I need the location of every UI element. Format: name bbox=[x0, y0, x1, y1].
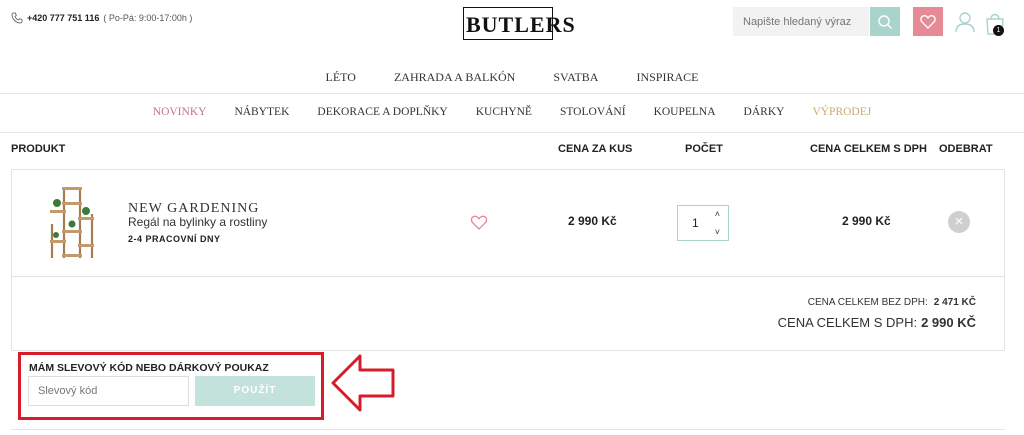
cart-summary bbox=[11, 276, 1005, 351]
nav-item-stolovani[interactable]: STOLOVÁNÍ bbox=[560, 106, 626, 118]
nav-item-vyprodej[interactable]: VÝPRODEJ bbox=[812, 106, 871, 118]
add-to-wishlist-heart-icon[interactable] bbox=[470, 213, 488, 231]
quantity-stepper[interactable]: 1 ˄ ˅ bbox=[677, 205, 729, 241]
top-navigation: LÉTO ZAHRADA A BALKÓN SVATBA INSPIRACE bbox=[0, 70, 1024, 85]
nav-item-svatba[interactable]: SVATBA bbox=[551, 70, 600, 85]
nav-item-dekorace[interactable]: DEKORACE A DOPLŇKY bbox=[317, 106, 447, 118]
total-with-vat-label: CENA CELKEM S DPH: bbox=[777, 315, 918, 330]
delivery-time: 2-4 PRACOVNÍ DNY bbox=[128, 234, 221, 244]
phone-icon bbox=[11, 12, 23, 24]
remove-item-button[interactable]: × bbox=[948, 211, 970, 233]
unit-price: 2 990 Kč bbox=[568, 214, 617, 228]
search-input[interactable] bbox=[733, 7, 869, 36]
chevron-down-icon[interactable]: ˅ bbox=[715, 227, 720, 237]
nav-item-novinky[interactable]: NOVINKY bbox=[153, 106, 207, 118]
divider bbox=[0, 93, 1024, 94]
contact-phone[interactable]: +420 777 751 116 ( Po-Pá: 9:00-17:00h ) bbox=[11, 12, 192, 24]
apply-discount-button[interactable]: POUŽÍT bbox=[195, 376, 315, 406]
product-image[interactable] bbox=[46, 184, 98, 260]
column-header-unit-price: CENA ZA KUS bbox=[558, 143, 633, 155]
total-with-vat-value: 2 990 KČ bbox=[921, 315, 976, 330]
column-header-total: CENA CELKEM S DPH bbox=[810, 143, 927, 155]
pointer-arrow-icon bbox=[331, 354, 395, 412]
product-name[interactable]: Regál na bylinky a rostliny bbox=[128, 215, 267, 229]
chevron-up-icon[interactable]: ˄ bbox=[715, 209, 720, 219]
divider bbox=[11, 429, 1005, 430]
main-navigation: NOVINKY NÁBYTEK DEKORACE A DOPLŇKY KUCHY… bbox=[0, 106, 1024, 118]
opening-hours: ( Po-Pá: 9:00-17:00h ) bbox=[103, 13, 193, 23]
logo-text: BUTLERS bbox=[466, 12, 576, 37]
total-without-vat: CENA CELKEM BEZ DPH: 2 471 KČ bbox=[808, 297, 976, 308]
nav-item-kuchyne[interactable]: KUCHYNĚ bbox=[476, 106, 532, 118]
nav-item-leto[interactable]: LÉTO bbox=[324, 70, 358, 85]
line-total: 2 990 Kč bbox=[842, 214, 891, 228]
column-header-quantity: POČET bbox=[685, 143, 723, 155]
cart-count-badge: 1 bbox=[993, 25, 1004, 36]
discount-label: MÁM SLEVOVÝ KÓD NEBO DÁRKOVÝ POUKAZ bbox=[29, 362, 269, 374]
divider bbox=[0, 132, 1024, 133]
nav-item-koupelna[interactable]: KOUPELNA bbox=[654, 106, 716, 118]
butlers-logo[interactable]: BUTLERS bbox=[463, 7, 575, 40]
total-without-vat-value: 2 471 KČ bbox=[933, 297, 976, 308]
total-without-vat-label: CENA CELKEM BEZ DPH: bbox=[807, 297, 928, 308]
phone-number: +420 777 751 116 bbox=[27, 13, 100, 23]
nav-item-nabytek[interactable]: NÁBYTEK bbox=[234, 106, 289, 118]
nav-item-darky[interactable]: DÁRKY bbox=[744, 106, 785, 118]
search-button[interactable] bbox=[870, 7, 900, 36]
wishlist-button[interactable] bbox=[913, 7, 943, 36]
discount-code-input[interactable]: Slevový kód bbox=[28, 376, 189, 406]
nav-item-zahrada[interactable]: ZAHRADA A BALKÓN bbox=[392, 70, 517, 85]
column-header-product: PRODUKT bbox=[11, 143, 66, 155]
total-with-vat: CENA CELKEM S DPH: 2 990 KČ bbox=[778, 315, 976, 330]
nav-item-inspirace[interactable]: INSPIRACE bbox=[634, 70, 700, 85]
search-icon bbox=[878, 14, 892, 29]
quantity-value[interactable]: 1 bbox=[692, 216, 699, 230]
user-icon[interactable] bbox=[955, 11, 975, 33]
column-header-remove: ODEBRAT bbox=[939, 143, 993, 155]
heart-icon bbox=[920, 15, 936, 29]
